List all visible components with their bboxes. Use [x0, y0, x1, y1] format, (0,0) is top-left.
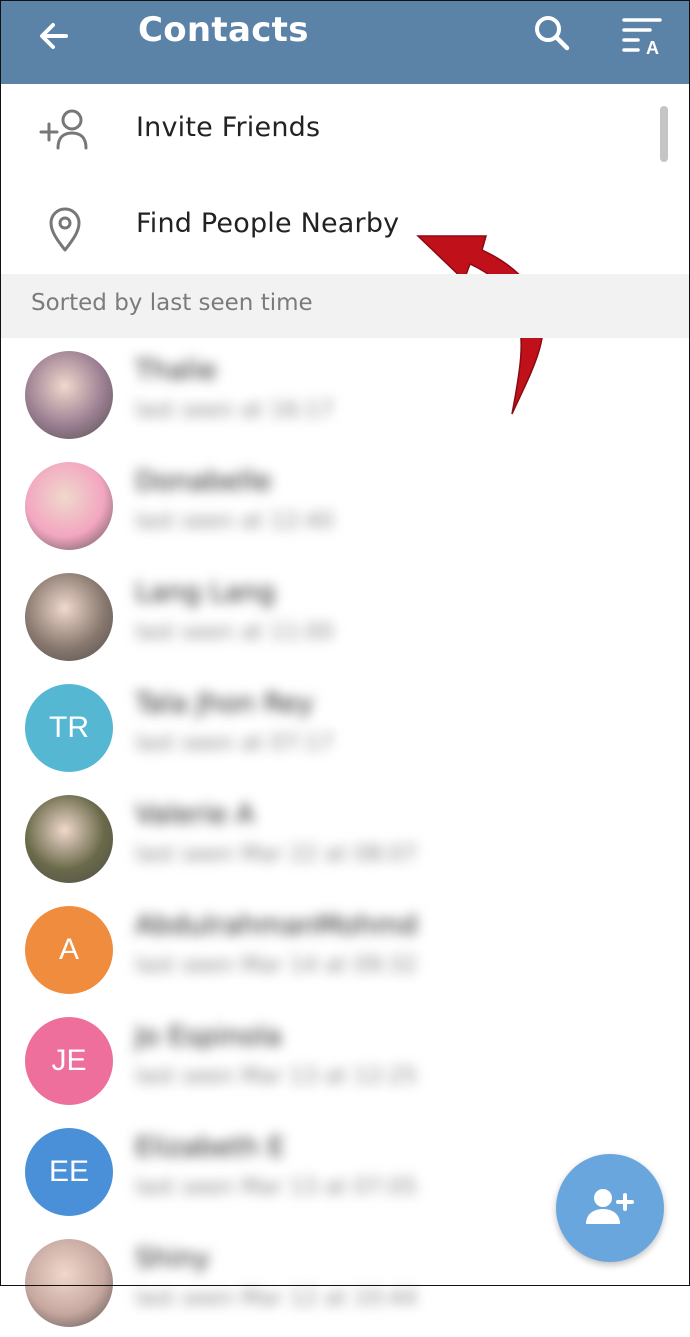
contact-status: last seen at 07:17 [135, 731, 334, 756]
avatar [25, 795, 113, 883]
location-pin-icon [49, 207, 81, 252]
contact-status: last seen Mar 13 at 07:05 [135, 1175, 418, 1200]
invite-friends-row[interactable]: Invite Friends [0, 84, 690, 180]
app-bar: Contacts A [0, 0, 690, 84]
avatar-initials: JE [51, 1044, 87, 1077]
contact-row[interactable]: Thalie last seen at 16:17 [0, 338, 690, 449]
contact-name: Shiny [135, 1243, 210, 1274]
back-arrow-icon[interactable] [30, 12, 78, 60]
contact-status: last seen Mar 13 at 12:25 [135, 1064, 418, 1089]
contact-name: Tala Jhon Rey [135, 688, 314, 719]
avatar [25, 462, 113, 550]
contact-name: AbdulrahmanMohmd [135, 910, 418, 941]
sort-icon[interactable]: A [618, 10, 668, 58]
contact-name: Lang Lang [135, 577, 276, 608]
svg-text:A: A [646, 38, 659, 58]
invite-friends-label: Invite Friends [136, 112, 321, 143]
avatar: A [25, 906, 113, 994]
add-person-icon [39, 109, 88, 150]
search-icon[interactable] [528, 10, 576, 58]
contact-status: last seen Mar 14 at 09:32 [135, 953, 418, 978]
avatar-initials: TR [49, 711, 89, 744]
contact-row[interactable]: JE Jo Espinola last seen Mar 13 at 12:25 [0, 1004, 690, 1115]
contact-name: Thalie [135, 355, 217, 386]
contact-name: Elizabeth E [135, 1132, 285, 1163]
contact-name: Valerie A [135, 799, 255, 830]
contact-status: last seen Mar 22 at 08:07 [135, 842, 418, 867]
avatar: JE [25, 1017, 113, 1105]
section-header-label: Sorted by last seen time [31, 290, 313, 316]
contact-status: last seen Mar 12 at 10:44 [135, 1286, 418, 1311]
contact-row[interactable]: A AbdulrahmanMohmd last seen Mar 14 at 09:… [0, 893, 690, 1004]
find-people-nearby-label: Find People Nearby [136, 208, 400, 239]
contact-row[interactable]: Donabelle last seen at 12:40 [0, 449, 690, 560]
contact-status: last seen at 16:17 [135, 398, 334, 423]
contact-row[interactable]: Lang Lang last seen at 11:00 [0, 560, 690, 671]
scrollbar-thumb[interactable] [660, 106, 668, 162]
section-header: Sorted by last seen time [0, 274, 690, 338]
contact-row[interactable]: TR Tala Jhon Rey last seen at 07:17 [0, 671, 690, 782]
avatar-initials: EE [48, 1155, 90, 1188]
page-title: Contacts [138, 10, 309, 50]
add-contact-icon [586, 1189, 634, 1224]
avatar-initials: A [58, 933, 79, 966]
contact-name: Donabelle [135, 466, 272, 497]
avatar: TR [25, 684, 113, 772]
avatar [25, 1239, 113, 1327]
avatar: EE [25, 1128, 113, 1216]
contact-name: Jo Espinola [135, 1021, 282, 1052]
find-people-nearby-row[interactable]: Find People Nearby [0, 180, 690, 276]
contact-row[interactable]: Valerie A last seen Mar 22 at 08:07 [0, 782, 690, 893]
avatar [25, 573, 113, 661]
contact-status: last seen at 12:40 [135, 509, 334, 534]
contact-status: last seen at 11:00 [135, 620, 334, 645]
add-contact-button[interactable] [556, 1154, 664, 1262]
avatar [25, 351, 113, 439]
